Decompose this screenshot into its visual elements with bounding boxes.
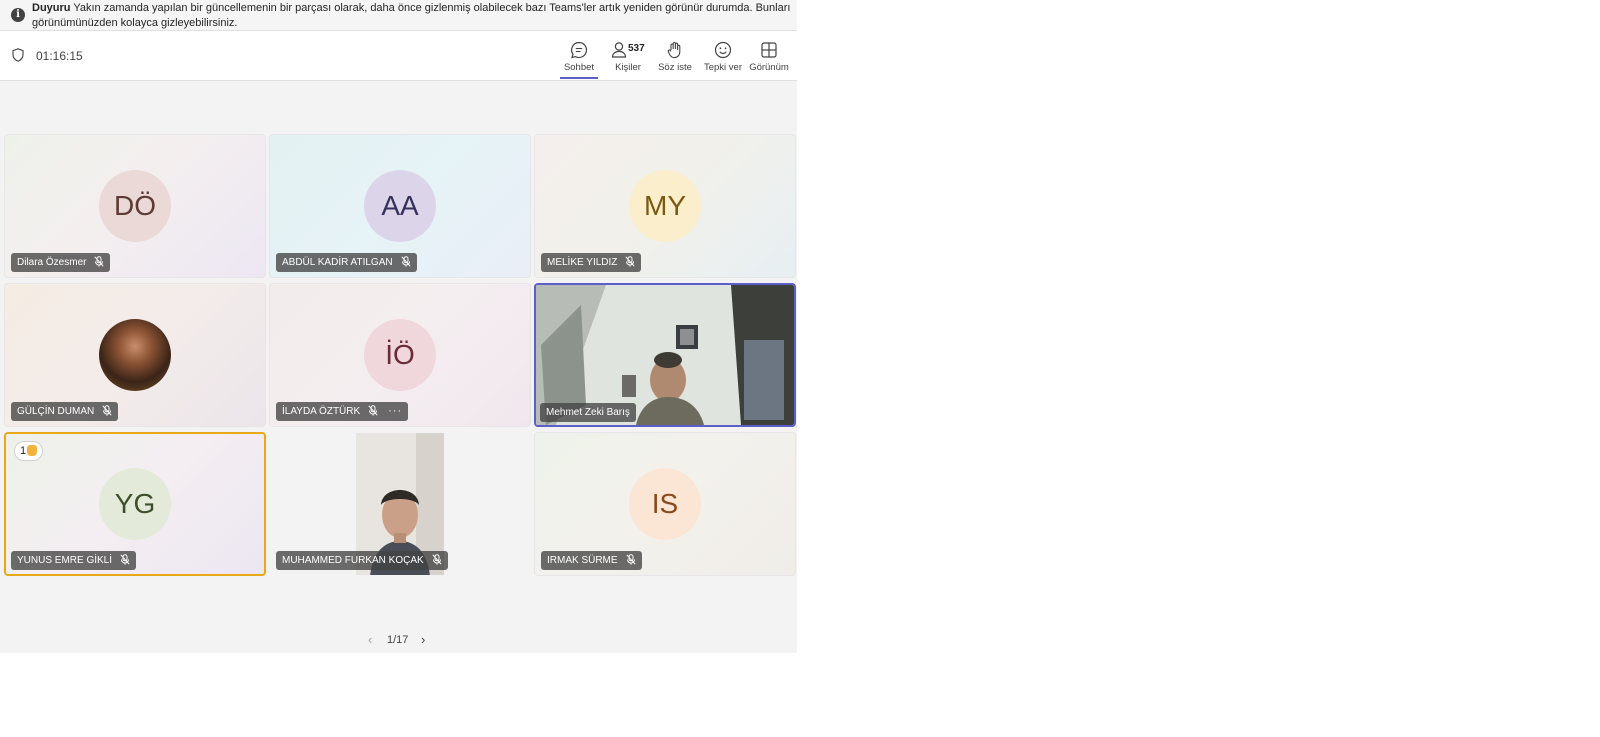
participant-tile-irmak[interactable]: IS IRMAK SÜRME (534, 432, 796, 576)
chevron-right-icon[interactable]: › (421, 632, 425, 647)
participant-tile-muhammed-video[interactable]: MUHAMMED FURKAN KOÇAK (269, 432, 531, 576)
participant-name-tag: MUHAMMED FURKAN KOÇAK (276, 551, 448, 570)
raised-hand-badge: 1 (14, 441, 44, 461)
announcement-text-line1: Duyuru Yakın zamanda yapılan bir güncell… (32, 0, 797, 16)
participant-tile-abdul[interactable]: AA ABDÜL KADİR ATILGAN (269, 134, 531, 278)
participant-name-tag: Dilara Özesmer (11, 253, 111, 272)
participant-name: ABDÜL KADİR ATILGAN (282, 257, 393, 268)
mic-off-icon (401, 256, 411, 267)
participant-name-tag: Mehmet Zeki Barış (540, 403, 636, 422)
announcement-body: Yakın zamanda yapılan bir güncellemenin … (73, 2, 791, 14)
avatar-initials: IS (629, 468, 701, 540)
participant-tile-dilara[interactable]: DÖ Dilara Özesmer (4, 134, 266, 278)
participant-name: YUNUS EMRE GİKLİ (17, 555, 113, 566)
grid-view-icon (761, 42, 777, 58)
announcement-title: Duyuru (32, 2, 71, 14)
meeting-timer: 01:16:15 (36, 49, 83, 63)
participant-name: GÜLÇİN DUMAN (17, 406, 95, 417)
people-label: Kişiler (615, 62, 641, 73)
participant-tile-gulcin[interactable]: GÜLÇİN DUMAN (4, 283, 266, 427)
avatar-initials: DÖ (99, 170, 171, 242)
participant-name-tag: ABDÜL KADİR ATILGAN (276, 253, 417, 272)
participant-name-tag: IRMAK SÜRME (541, 551, 642, 570)
avatar-initials: MY (629, 170, 701, 242)
participant-tile-ilayda[interactable]: İÖ İLAYDA ÖZTÜRK ··· (269, 283, 531, 427)
participant-tile-melike[interactable]: MY MELİKE YILDIZ (534, 134, 796, 278)
raise-hand-button[interactable]: Söz iste (656, 37, 694, 79)
announcement-text-line2: görünümünüzden kolayca gizleyebilirsiniz… (32, 17, 238, 29)
view-label: Görünüm (749, 62, 789, 73)
shield-icon (12, 48, 24, 62)
emoji-icon (714, 41, 732, 59)
chat-icon (571, 41, 588, 59)
mic-off-icon (102, 405, 112, 416)
participant-name: MUHAMMED FURKAN KOÇAK (282, 555, 424, 566)
chat-label: Sohbet (563, 62, 595, 73)
participant-name: MELİKE YILDIZ (547, 257, 618, 268)
view-button[interactable]: Görünüm (748, 37, 790, 79)
chat-button[interactable]: Sohbet (560, 37, 598, 79)
raise-hand-label: Söz iste (658, 62, 692, 73)
mic-off-icon (120, 554, 130, 565)
meeting-toolbar: 01:16:15 Sohbet 537 Kişiler Söz iste Tep… (0, 31, 797, 81)
mic-off-icon (432, 554, 442, 565)
raised-hand-icon (27, 444, 38, 456)
info-icon: i (11, 8, 25, 22)
teams-meeting-window: i Duyuru Yakın zamanda yapılan bir günce… (0, 0, 797, 653)
react-label: Tepki ver (703, 62, 742, 73)
participant-name: İLAYDA ÖZTÜRK (282, 406, 361, 417)
react-button[interactable]: Tepki ver (702, 37, 744, 79)
mic-off-icon (94, 256, 105, 267)
participant-count: 537 (628, 43, 645, 54)
gallery-pager: ‹ 1/17 › (360, 631, 450, 651)
announcement-banner: i Duyuru Yakın zamanda yapılan bir günce… (0, 0, 797, 31)
avatar-photo (99, 319, 171, 391)
participant-name: IRMAK SÜRME (547, 555, 618, 566)
participant-name: Mehmet Zeki Barış (546, 407, 630, 418)
raise-hand-icon (667, 41, 681, 59)
avatar-initials: YG (99, 468, 171, 540)
people-button[interactable]: 537 Kişiler (606, 37, 650, 79)
participant-name: Dilara Özesmer (17, 257, 87, 268)
participant-tile-yunus[interactable]: 1 YG YUNUS EMRE GİKLİ (4, 432, 266, 576)
raised-hand-order: 1 (20, 445, 27, 457)
participant-name-tag: MELİKE YILDIZ (541, 253, 642, 272)
chevron-left-icon[interactable]: ‹ (368, 632, 372, 647)
participant-name-tag: İLAYDA ÖZTÜRK ··· (276, 402, 409, 421)
more-options-icon[interactable]: ··· (388, 405, 402, 417)
page-indicator: 1/17 (387, 634, 409, 646)
avatar-initials: İÖ (364, 319, 436, 391)
mic-off-icon (368, 405, 378, 416)
people-icon (611, 42, 627, 58)
avatar-initials: AA (364, 170, 436, 242)
participant-name-tag: YUNUS EMRE GİKLİ (11, 551, 137, 570)
participant-name-tag: GÜLÇİN DUMAN (11, 402, 119, 421)
mic-off-icon (625, 554, 636, 565)
mic-off-icon (625, 256, 635, 267)
participant-tile-mehmet-video[interactable]: Mehmet Zeki Barış (534, 283, 796, 427)
